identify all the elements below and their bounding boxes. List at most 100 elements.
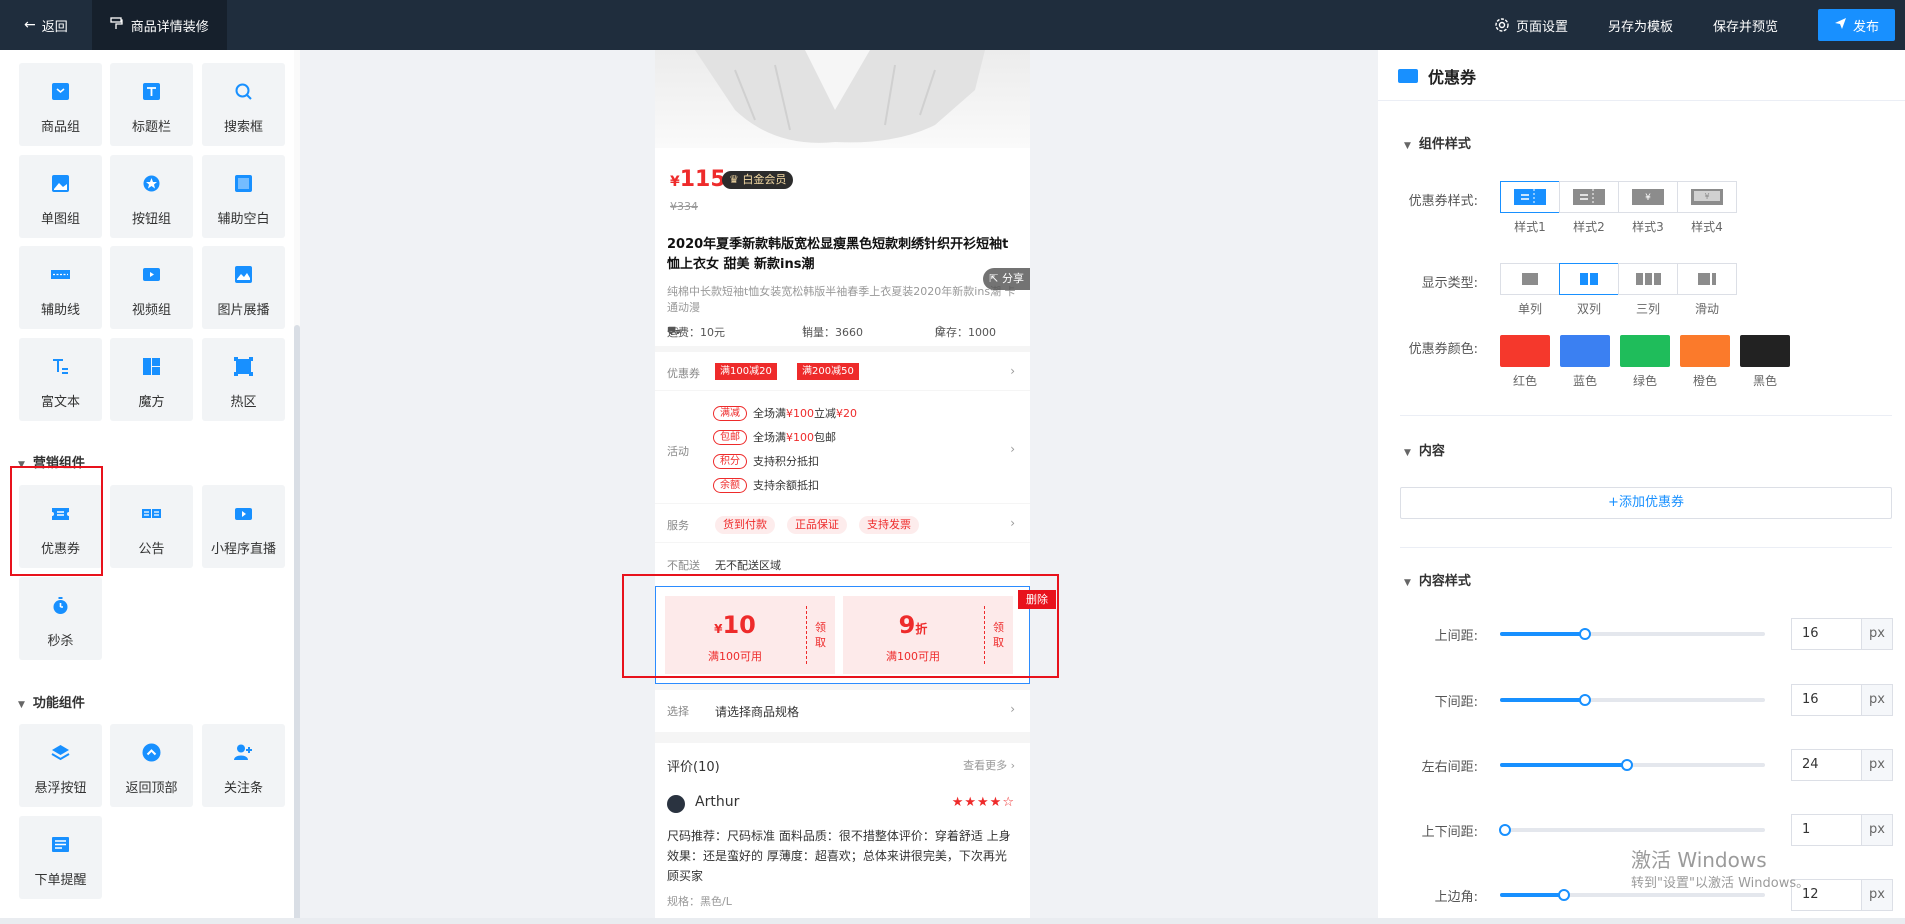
comp-back-top[interactable]: 返回顶部 [110, 724, 193, 807]
tab-product-detail[interactable]: 商品详情装修 [91, 0, 227, 50]
review-more-link[interactable]: 查看更多 › [963, 757, 1015, 773]
comp-follow-bar[interactable]: 关注条 [202, 724, 285, 807]
color-swatch-blue[interactable] [1560, 335, 1610, 367]
section-style[interactable]: ▼ 组件样式 [1404, 133, 1471, 152]
coupon-style-1-icon [1514, 189, 1546, 205]
comp-magic-cube[interactable]: 魔方 [110, 338, 193, 421]
comp-video-group[interactable]: 视频组 [110, 246, 193, 329]
display-option-triple[interactable] [1618, 263, 1678, 295]
comp-notice[interactable]: 公告 [110, 485, 193, 568]
number-input[interactable]: 16 [1791, 684, 1861, 716]
section-content-style[interactable]: ▼ 内容样式 [1404, 570, 1471, 589]
service-tag: 货到付款 [715, 516, 775, 534]
color-swatch-green[interactable] [1620, 335, 1670, 367]
comp-label: 秒杀 [47, 634, 74, 649]
slider-handle[interactable] [1578, 694, 1591, 706]
comp-aux-blank[interactable]: 辅助空白 [202, 155, 285, 238]
back-label: 返回 [41, 19, 68, 35]
back-button[interactable]: ← 返回 [0, 0, 92, 50]
activity-red: ¥20 [836, 406, 857, 420]
comp-product-group[interactable]: 商品组 [19, 63, 102, 146]
share-button[interactable]: ⇱ 分享 [983, 268, 1030, 290]
slider-handle[interactable] [1621, 759, 1634, 771]
slider-handle[interactable] [1578, 628, 1591, 640]
slider-label: 上下间距: [1421, 825, 1478, 840]
save-template-button[interactable]: 另存为模板 [1608, 16, 1673, 35]
number-input[interactable]: 1 [1791, 814, 1861, 846]
sales-label: 销量：3660 [802, 326, 863, 339]
number-input[interactable]: 24 [1791, 749, 1861, 781]
style-option-1[interactable] [1500, 181, 1560, 213]
comp-single-image[interactable]: 单图组 [19, 155, 102, 238]
comp-hotspot[interactable]: 热区 [202, 338, 285, 421]
comp-live[interactable]: 小程序直播 [202, 485, 285, 568]
message-icon [52, 837, 69, 852]
style-option-2[interactable] [1559, 181, 1619, 213]
send-icon [1834, 17, 1847, 34]
activity-label: 活动 [667, 445, 689, 458]
activity-text: 支持余额抵扣 [753, 479, 819, 492]
page-settings-button[interactable]: 页面设置 [1494, 16, 1568, 35]
style-option-4[interactable]: ¥ [1677, 181, 1737, 213]
comp-title-bar[interactable]: 标题栏 [110, 63, 193, 146]
comp-button-group[interactable]: 按钮组 [110, 155, 193, 238]
highlight-box [10, 466, 103, 576]
function-section-title[interactable]: ▼ 功能组件 [18, 692, 85, 711]
product-title: 2020年夏季新款韩版宽松显瘦黑色短款刺绣针织开衫短袖t恤上衣女 甜美 新款in… [667, 237, 1009, 272]
comp-aux-line[interactable]: 辅助线 [19, 246, 102, 329]
slider-track[interactable] [1499, 824, 1765, 836]
save-preview-button[interactable]: 保存并预览 [1713, 16, 1778, 35]
comp-rich-text[interactable]: 富文本 [19, 338, 102, 421]
display-option-single[interactable] [1500, 263, 1560, 295]
comp-float-button[interactable]: 悬浮按钮 [19, 724, 102, 807]
color-swatch-orange[interactable] [1680, 335, 1730, 367]
bottom-scrollbar[interactable] [0, 918, 1905, 924]
comp-order-reminder[interactable]: 下单提醒 [19, 816, 102, 899]
comp-label: 按钮组 [131, 212, 171, 227]
activity-badge: 满减 [713, 405, 747, 421]
style-option-3[interactable]: ¥ [1618, 181, 1678, 213]
vip-badge: ♛ 白金会员 [722, 171, 794, 189]
phone-preview: ¥115 ♛ 白金会员 ¥334 2020年夏季新款韩版宽松显瘦黑色短款刺绣针织… [655, 50, 1030, 924]
freight-label: 运费：10元 [667, 326, 725, 339]
service-tag: 正品保证 [787, 516, 847, 534]
slider-handle[interactable] [1557, 889, 1570, 901]
rating-stars: ★★★★☆ [951, 795, 1015, 810]
color-swatch-red[interactable] [1500, 335, 1550, 367]
top-bar: ← 返回 商品详情装修 页面设置 另存为模板 保存并预览 发布 [0, 0, 1905, 50]
comp-label: 小程序直播 [210, 542, 276, 557]
activity-red: ¥100 [786, 406, 814, 420]
color-caption: 绿色 [1632, 374, 1657, 388]
display-option-slide[interactable] [1677, 263, 1737, 295]
activity-item: 余额 支持余额抵扣 [713, 476, 819, 494]
activity-red: ¥100 [786, 430, 814, 444]
comp-flash-sale[interactable]: 秒杀 [19, 577, 102, 660]
publish-button[interactable]: 发布 [1817, 9, 1895, 41]
activity-item: 满减 全场满 ¥100 立减 ¥20 [713, 404, 857, 422]
slider-track[interactable] [1500, 694, 1765, 706]
slider-track[interactable] [1500, 889, 1765, 901]
divider [1378, 100, 1905, 101]
number-input[interactable]: 16 [1791, 618, 1861, 650]
comp-label: 图片展播 [217, 303, 270, 318]
section-label: 组件样式 [1418, 137, 1471, 152]
add-coupon-button[interactable]: +添加优惠券 [1400, 487, 1892, 519]
delete-button[interactable]: 删除 [1018, 590, 1056, 609]
review-spec: 规格：黑色/L [667, 895, 732, 908]
comp-search-box[interactable]: 搜索框 [202, 63, 285, 146]
slider-track[interactable] [1500, 628, 1765, 640]
color-swatch-black[interactable] [1740, 335, 1790, 367]
display-option-double[interactable] [1559, 263, 1619, 295]
activity-badge: 余额 [713, 477, 747, 493]
chevron-right-icon: › [1010, 364, 1015, 378]
comp-image-carousel[interactable]: 图片展播 [202, 246, 285, 329]
slider-handle[interactable] [1499, 824, 1512, 836]
activity-badge: 积分 [713, 453, 747, 469]
section-content[interactable]: ▼ 内容 [1404, 440, 1445, 459]
color-caption: 黑色 [1752, 374, 1777, 388]
live-tv-icon [235, 508, 252, 520]
activity-item: 积分 支持积分抵扣 [713, 452, 819, 470]
spec-row[interactable] [655, 690, 1030, 732]
coupon-tag: 满200减50 [797, 363, 859, 380]
slider-track[interactable] [1500, 759, 1765, 771]
